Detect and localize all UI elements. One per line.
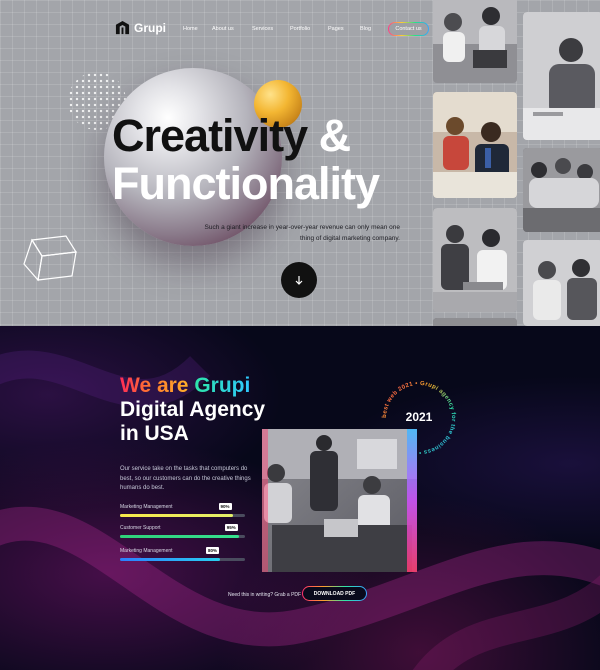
skill-label: Marketing Management [120, 504, 173, 510]
skill-percent-badge: 95% [224, 524, 238, 531]
headline-functionality: Functionality [112, 158, 380, 209]
scroll-down-button[interactable] [281, 262, 317, 298]
headline-ampersand: & [318, 110, 351, 161]
skill-fill [120, 535, 239, 538]
wireframe-cube-graphic [23, 235, 78, 282]
title-brand: Grupi [194, 374, 251, 397]
hero-description: Such a giant increase in year-over-year … [204, 224, 400, 242]
team-photo-4 [523, 148, 600, 232]
grupi-logo-icon [115, 20, 130, 35]
agency-title-line-3: in USA [120, 422, 189, 445]
headline-creativity: Creativity [112, 110, 308, 161]
team-photo-5 [433, 208, 517, 312]
skill-label: Customer Support [120, 525, 161, 531]
nav-services[interactable]: Services [252, 26, 273, 32]
title-we-are: We are [120, 374, 189, 397]
team-photo-7 [433, 318, 517, 326]
agency-title-line-1: We are Grupi [120, 374, 250, 398]
skill-fill [120, 514, 233, 517]
skill-track [120, 558, 245, 561]
agency-description: Our service take on the tasks that compu… [120, 466, 251, 491]
arrow-down-icon [295, 276, 303, 285]
team-photo-6 [523, 240, 600, 326]
brand-name: Grupi [134, 20, 166, 35]
contact-us-button[interactable]: Contact us [388, 22, 429, 36]
skill-percent-badge: 90% [218, 503, 232, 510]
nav-home[interactable]: Home [183, 26, 198, 32]
team-photo-1 [433, 0, 517, 83]
nav-portfolio[interactable]: Portfolio [290, 26, 310, 32]
team-photo-3-color [433, 92, 517, 198]
brand-logo[interactable]: Grupi [115, 20, 166, 35]
badge-year: 2021 [405, 410, 433, 424]
skill-track [120, 514, 245, 517]
agency-section: We are Grupi Digital Agency in USA Our s… [0, 326, 600, 670]
headline-line-1: Creativity & [112, 110, 351, 162]
hero-section: Grupi Home About us Services Portfolio P… [0, 0, 600, 326]
team-photo-2 [523, 12, 600, 140]
skill-track [120, 535, 245, 538]
agency-title-line-2: Digital Agency [120, 398, 266, 421]
skill-label: Marketing Management [120, 548, 173, 554]
skill-percent-badge: 80% [206, 547, 220, 554]
pdf-prompt-text: Need this in writing? Grab a PDF [228, 592, 302, 598]
download-pdf-button[interactable]: DOWNLOAD PDF [302, 586, 367, 601]
nav-blog[interactable]: Blog [360, 26, 371, 32]
nav-pages[interactable]: Pages [328, 26, 344, 32]
nav-about-us[interactable]: About us [212, 26, 234, 32]
award-badge-2021: best web 2021 • Grupi agency for the bus… [374, 373, 464, 463]
skill-fill [120, 558, 220, 561]
